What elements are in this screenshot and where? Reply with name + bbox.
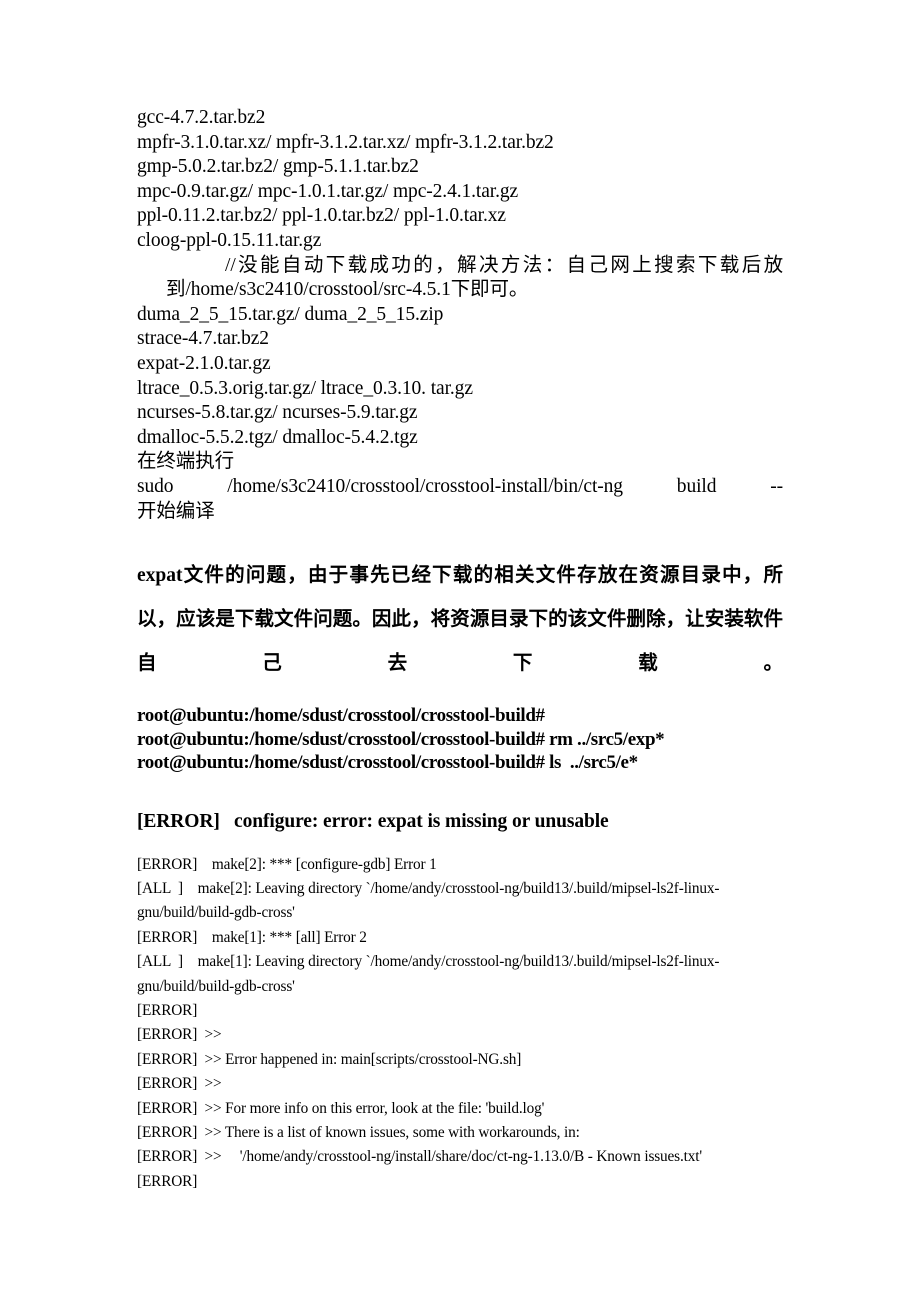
list-item: ltrace_0.5.3.orig.tar.gz/ ltrace_0.3.10.… [137, 377, 473, 399]
log-line: [ERROR] [137, 1172, 198, 1190]
download-note: //没能自动下载成功的，解决方法：自己网上搜索下载后放到/home/s3c241… [166, 254, 783, 301]
list-item: mpfr-3.1.0.tar.xz/ mpfr-3.1.2.tar.xz/ mp… [137, 131, 554, 153]
log-line: [ERROR] make[2]: *** [configure-gdb] Err… [137, 855, 437, 873]
log-line: [ERROR] >> [137, 1026, 222, 1044]
list-item: strace-4.7.tar.bz2 [137, 328, 269, 350]
document-page: gcc-4.7.2.tar.bz2 mpfr-3.1.0.tar.xz/ mpf… [0, 0, 920, 1302]
log-line: [ERROR] make[1]: *** [all] Error 2 [137, 928, 367, 946]
list-item: gcc-4.7.2.tar.bz2 [137, 107, 266, 128]
build-command-annotation: 开始编译 [137, 500, 215, 522]
list-item: dmalloc-5.5.2.tgz/ dmalloc-5.4.2.tgz [137, 426, 418, 448]
list-item: cloog-ppl-0.15.11.tar.gz [137, 229, 322, 251]
error-heading: [ERROR] configure: error: expat is missi… [137, 810, 609, 832]
document-body: gcc-4.7.2.tar.bz2 mpfr-3.1.0.tar.xz/ mpf… [137, 106, 783, 1194]
list-item: expat-2.1.0.tar.gz [137, 352, 271, 374]
shell-prompt-line: root@ubuntu:/home/sdust/crosstool/crosst… [137, 705, 545, 727]
build-log-output: [ERROR] make[2]: *** [configure-gdb] Err… [137, 853, 783, 1195]
shell-prompt-line: root@ubuntu:/home/sdust/crosstool/crosst… [137, 752, 638, 774]
expat-problem-paragraph: expat文件的问题，由于事先已经下载的相关文件存放在资源目录中，所以，应该是下… [137, 565, 783, 675]
build-command: sudo /home/s3c2410/crosstool/crosstool-i… [137, 475, 783, 497]
terminal-intro-label: 在终端执行 [137, 451, 235, 473]
log-line: [ERROR] >> '/home/andy/crosstool-ng/inst… [137, 1148, 702, 1166]
log-line: [ERROR] >> There is a list of known issu… [137, 1124, 580, 1142]
list-item: gmp-5.0.2.tar.bz2/ gmp-5.1.1.tar.bz2 [137, 156, 419, 178]
log-line: [ERROR] >> Error happened in: main[scrip… [137, 1050, 522, 1068]
package-list-bottom: duma_2_5_15.tar.gz/ duma_2_5_15.zip stra… [137, 303, 783, 451]
list-item: duma_2_5_15.tar.gz/ duma_2_5_15.zip [137, 303, 444, 325]
log-line: [ERROR] >> [137, 1075, 222, 1093]
package-list-top: gcc-4.7.2.tar.bz2 mpfr-3.1.0.tar.xz/ mpf… [137, 106, 783, 254]
shell-prompt-block: root@ubuntu:/home/sdust/crosstool/crosst… [137, 704, 783, 775]
log-line: [ERROR] [137, 1002, 198, 1020]
log-line: [ERROR] >> For more info on this error, … [137, 1099, 545, 1117]
log-line: [ALL ] make[1]: Leaving directory `/home… [137, 953, 720, 995]
list-item: ncurses-5.8.tar.gz/ ncurses-5.9.tar.gz [137, 402, 418, 424]
log-line: [ALL ] make[2]: Leaving directory `/home… [137, 880, 720, 922]
list-item: mpc-0.9.tar.gz/ mpc-1.0.1.tar.gz/ mpc-2.… [137, 180, 519, 202]
shell-prompt-line: root@ubuntu:/home/sdust/crosstool/crosst… [137, 728, 665, 750]
list-item: ppl-0.11.2.tar.bz2/ ppl-1.0.tar.bz2/ ppl… [137, 205, 506, 227]
